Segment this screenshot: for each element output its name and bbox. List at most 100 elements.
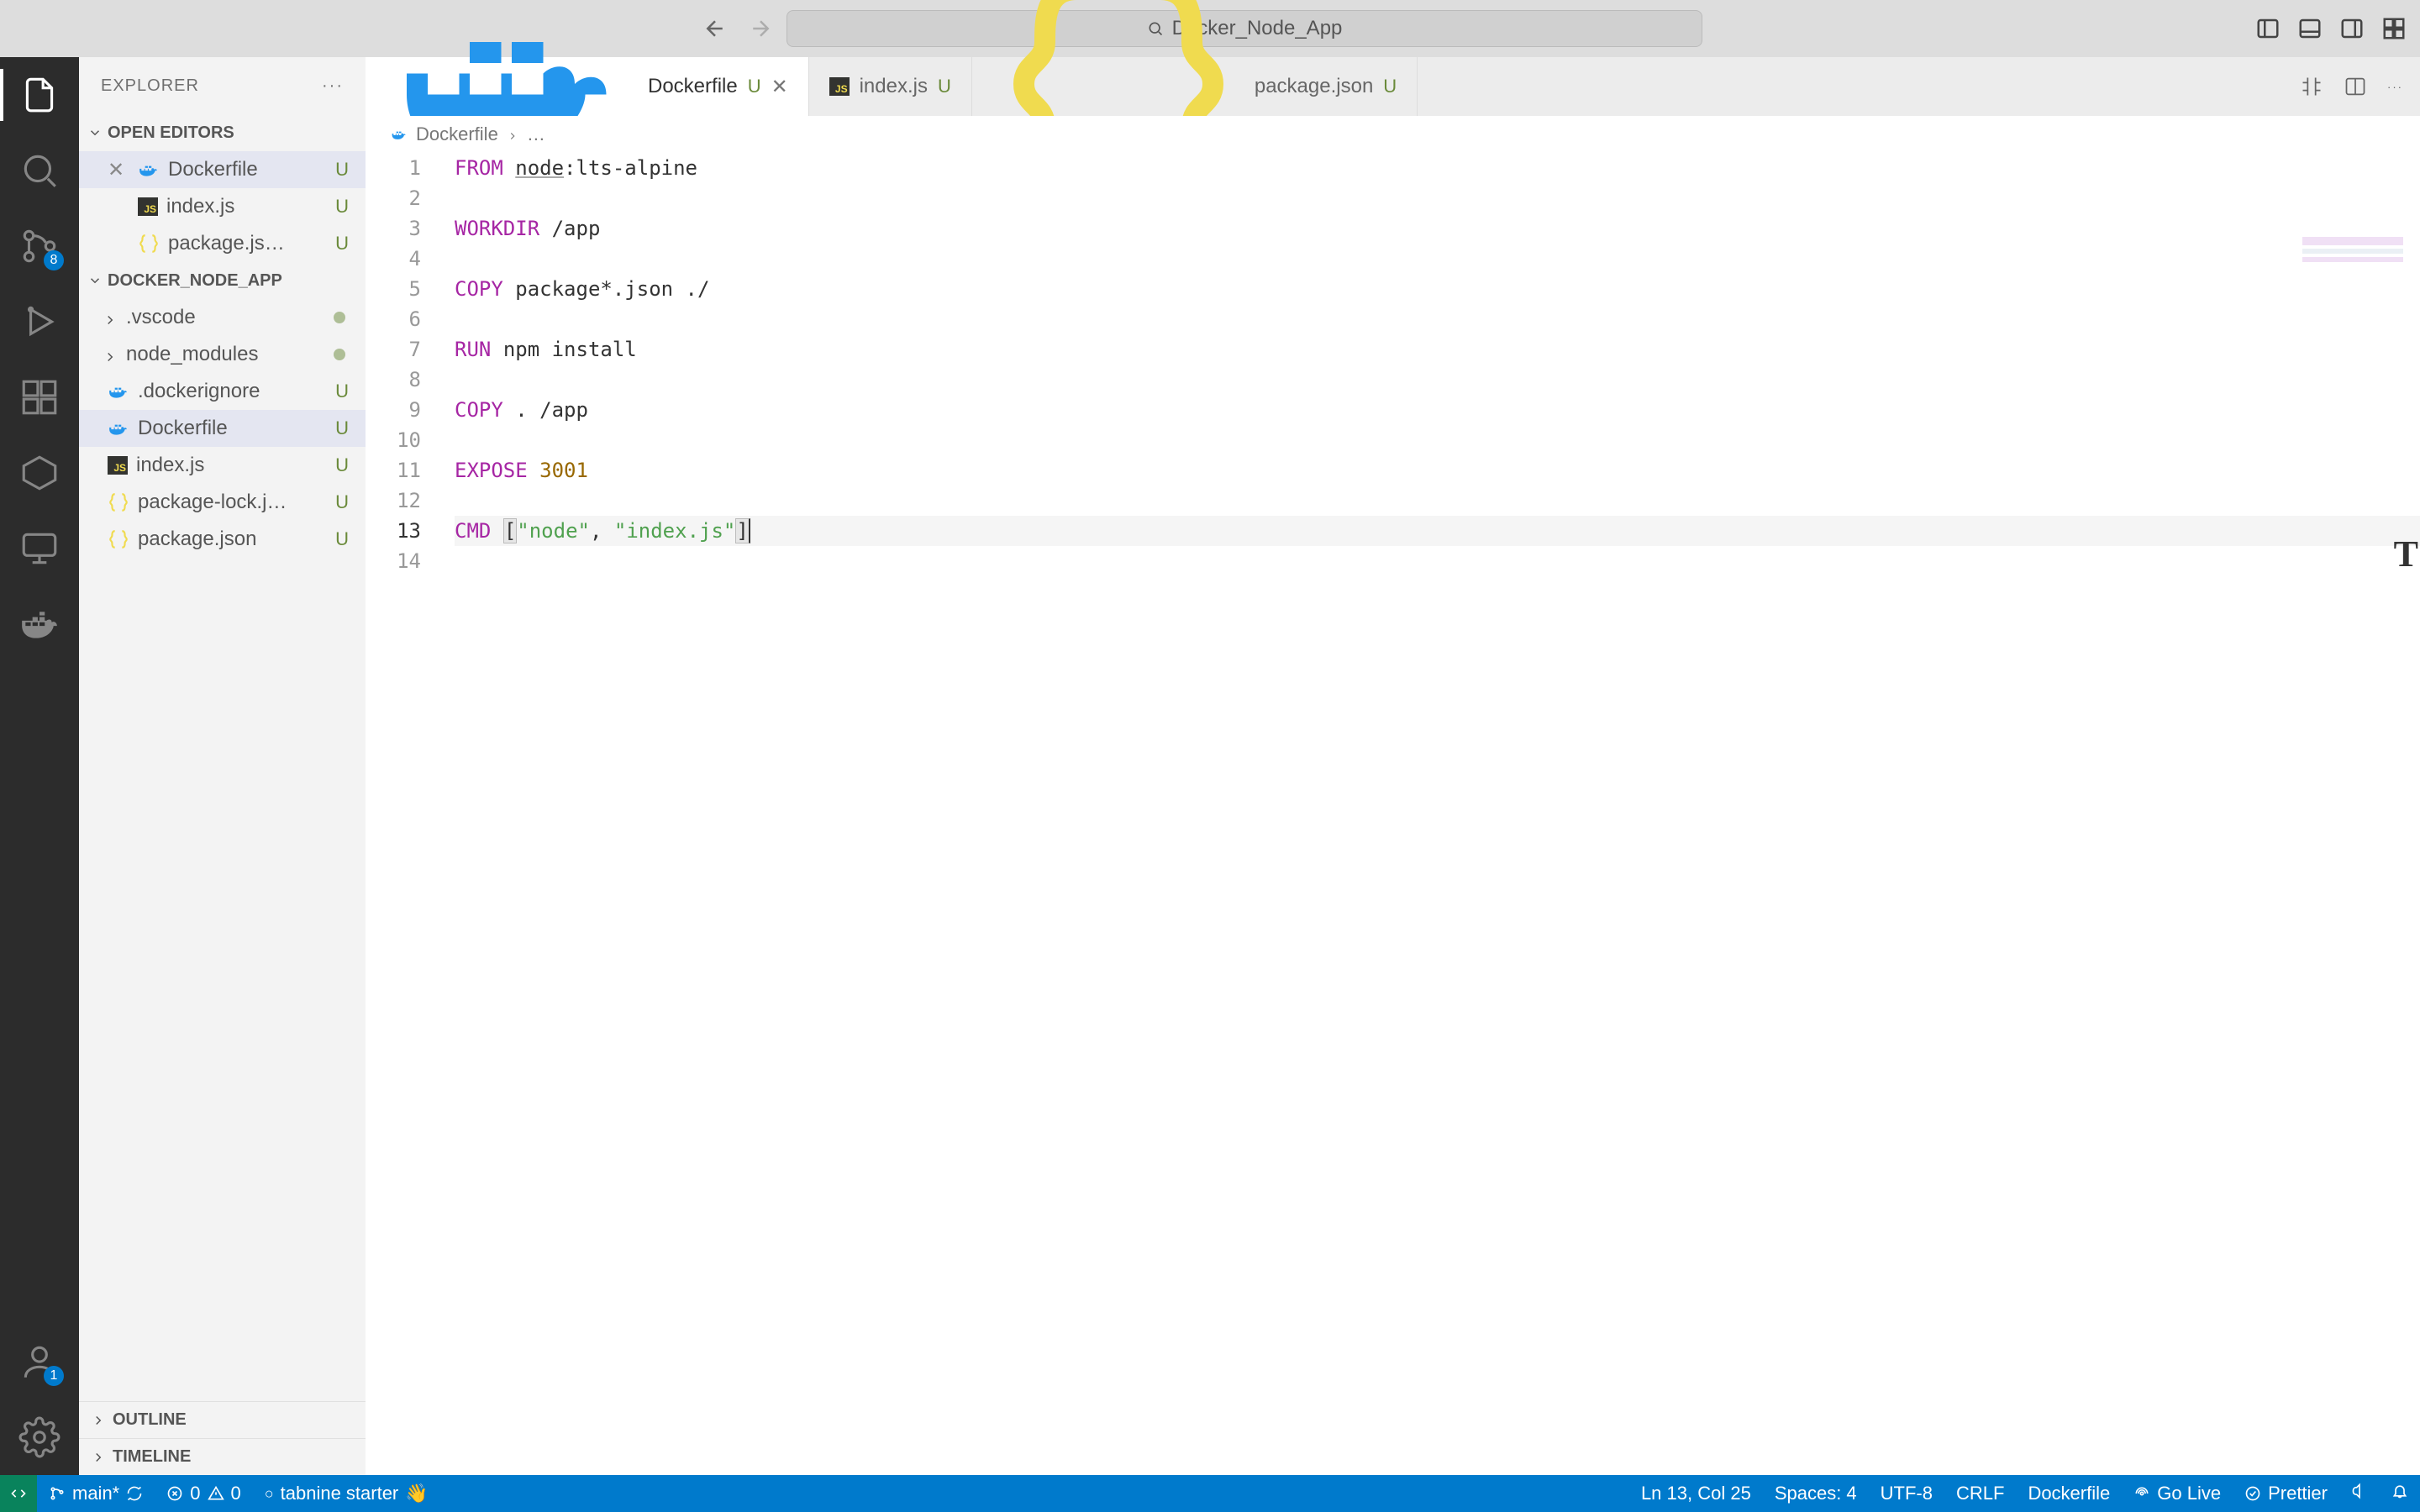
code-line[interactable]: EXPOSE 3001	[455, 455, 2420, 486]
broadcast-icon	[2133, 1485, 2150, 1502]
breadcrumb[interactable]: Dockerfile …	[366, 116, 2420, 153]
scm-badge: U	[335, 381, 349, 402]
outline-section[interactable]: OUTLINE	[79, 1401, 366, 1438]
code-editor[interactable]: 1234567891011121314 FROM node:lts-alpine…	[366, 153, 2420, 1475]
file-label: index.js	[166, 195, 327, 218]
tab-modified: U	[938, 76, 951, 97]
code-line[interactable]: CMD ["node", "index.js"]	[455, 516, 2420, 546]
problems-indicator[interactable]: 0 0	[155, 1475, 253, 1512]
feedback-button[interactable]	[2339, 1483, 2380, 1499]
activity-search[interactable]	[18, 150, 60, 192]
chevron-right-icon	[103, 310, 118, 325]
layout-sidebar-right-icon[interactable]	[2339, 16, 2365, 41]
cursor-position[interactable]: Ln 13, Col 25	[1629, 1483, 1763, 1504]
scm-badge: U	[335, 528, 349, 550]
code-line[interactable]: FROM node:lts-alpine	[455, 153, 2420, 183]
tab-more-icon[interactable]: ···	[2387, 81, 2403, 93]
sidebar-more-icon[interactable]: ···	[322, 76, 344, 96]
activity-docker[interactable]	[18, 603, 60, 645]
code-line[interactable]: WORKDIR /app	[455, 213, 2420, 244]
indent-indicator[interactable]: Spaces: 4	[1763, 1483, 1869, 1504]
nav-back-button[interactable]	[702, 16, 728, 41]
scm-badge: U	[335, 159, 349, 181]
file-label: Dockerfile	[138, 417, 327, 440]
scm-badge: U	[335, 491, 349, 513]
notifications-button[interactable]	[2380, 1483, 2420, 1499]
file-item[interactable]: .dockerignoreU	[79, 373, 366, 410]
code-line[interactable]: COPY package*.json ./	[455, 274, 2420, 304]
editor-tabs: DockerfileU✕JSindex.jsUpackage.jsonU ···	[366, 57, 2420, 116]
scm-badge: U	[335, 454, 349, 476]
tab-label: Dockerfile	[648, 75, 738, 98]
code-line[interactable]: RUN npm install	[455, 334, 2420, 365]
js-icon: JS	[138, 197, 158, 216]
code-line[interactable]	[455, 546, 2420, 576]
prettier-indicator[interactable]: Prettier	[2233, 1483, 2339, 1504]
open-editors-header[interactable]: OPEN EDITORS	[79, 114, 366, 151]
folder-item[interactable]: node_modules	[79, 336, 366, 373]
open-editor-item[interactable]: JSindex.jsU	[79, 188, 366, 225]
open-editor-item[interactable]: ✕ Dockerfile U	[79, 151, 366, 188]
code-line[interactable]	[455, 244, 2420, 274]
compare-changes-icon[interactable]	[2300, 75, 2323, 98]
minimap[interactable]	[2302, 237, 2403, 296]
code-content[interactable]: FROM node:lts-alpine WORKDIR /app COPY pac…	[446, 153, 2420, 1475]
code-line[interactable]	[455, 304, 2420, 334]
eol-indicator[interactable]: CRLF	[1944, 1483, 2016, 1504]
remote-indicator[interactable]	[0, 1475, 37, 1512]
sidebar-title: EXPLORER	[101, 76, 199, 96]
activity-remote-explorer[interactable]	[18, 528, 60, 570]
json-icon	[108, 528, 129, 550]
sync-icon[interactable]	[126, 1485, 143, 1502]
layout-sidebar-left-icon[interactable]	[2255, 16, 2281, 41]
folder-item[interactable]: .vscode	[79, 299, 366, 336]
activity-remote[interactable]	[18, 452, 60, 494]
activity-bar: 8 1	[0, 57, 79, 1475]
file-item[interactable]: DockerfileU	[79, 410, 366, 447]
activity-run-debug[interactable]	[18, 301, 60, 343]
layout-customize-icon[interactable]	[2381, 16, 2407, 41]
file-label: Dockerfile	[168, 158, 327, 181]
open-editor-item[interactable]: package.js…U	[79, 225, 366, 262]
explorer-sidebar: EXPLORER ··· OPEN EDITORS ✕DockerfileUJS…	[79, 57, 366, 1475]
timeline-section[interactable]: TIMELINE	[79, 1438, 366, 1475]
editor-area: DockerfileU✕JSindex.jsUpackage.jsonU ···…	[366, 57, 2420, 1475]
layout-panel-icon[interactable]	[2297, 16, 2323, 41]
language-indicator[interactable]: Dockerfile	[2016, 1483, 2122, 1504]
project-header[interactable]: DOCKER_NODE_APP	[79, 262, 366, 299]
file-item[interactable]: package.jsonU	[79, 521, 366, 558]
code-line[interactable]	[455, 425, 2420, 455]
nav-forward-button[interactable]	[748, 16, 773, 41]
close-icon[interactable]: ✕	[771, 75, 788, 99]
line-gutter: 1234567891011121314	[366, 153, 446, 1475]
branch-indicator[interactable]: main*	[37, 1475, 155, 1512]
close-icon[interactable]: ✕	[108, 158, 126, 182]
code-line[interactable]	[455, 486, 2420, 516]
branch-icon	[49, 1485, 66, 1502]
go-live-button[interactable]: Go Live	[2122, 1483, 2233, 1504]
tab-label: package.json	[1255, 75, 1373, 98]
code-line[interactable]: COPY . /app	[455, 395, 2420, 425]
breadcrumb-file: Dockerfile	[416, 123, 498, 145]
split-editor-icon[interactable]	[2344, 75, 2367, 98]
activity-explorer[interactable]	[18, 74, 60, 116]
tabnine-indicator[interactable]: ○ tabnine starter 👋	[253, 1475, 440, 1512]
tab-modified: U	[1383, 76, 1397, 97]
scm-badge: 8	[44, 250, 64, 270]
json-icon	[138, 233, 160, 255]
activity-source-control[interactable]: 8	[18, 225, 60, 267]
bell-icon	[2391, 1483, 2408, 1499]
sidebar-header: EXPLORER ···	[79, 57, 366, 114]
command-center[interactable]: Docker_Node_App	[786, 10, 1702, 47]
code-line[interactable]	[455, 365, 2420, 395]
encoding-indicator[interactable]: UTF-8	[1869, 1483, 1944, 1504]
activity-extensions[interactable]	[18, 376, 60, 418]
file-item[interactable]: package-lock.j…U	[79, 484, 366, 521]
file-item[interactable]: JSindex.jsU	[79, 447, 366, 484]
activity-settings[interactable]	[18, 1416, 60, 1458]
code-line[interactable]	[455, 183, 2420, 213]
activity-accounts[interactable]: 1	[18, 1341, 60, 1383]
editor-tab[interactable]: DockerfileU✕	[366, 57, 809, 116]
editor-tab[interactable]: JSindex.jsU	[809, 57, 972, 116]
editor-tab[interactable]: package.json U	[972, 57, 1418, 116]
